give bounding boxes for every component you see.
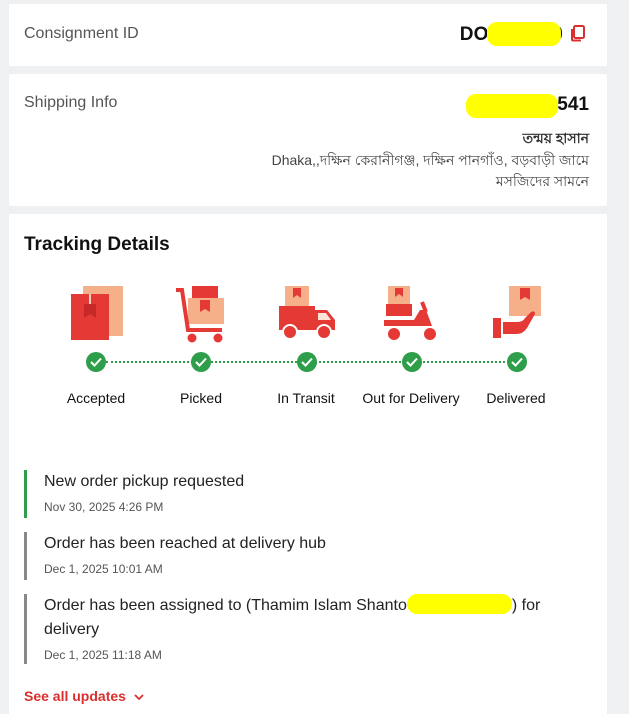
check-icon <box>86 352 106 372</box>
chevron-down-icon <box>134 694 144 701</box>
check-icon <box>191 352 211 372</box>
shipping-card: Shipping Info 541 তন্ময় হাসান Dhaka,,দক… <box>9 74 607 206</box>
step-label: Out for Delivery <box>362 390 460 406</box>
tracking-updates: New order pickup requested Nov 30, 2025 … <box>24 470 584 664</box>
update-time: Nov 30, 2025 4:26 PM <box>44 500 164 514</box>
hand-box-icon <box>493 286 541 338</box>
update-item: Order has been reached at delivery hub D… <box>24 532 584 580</box>
tracking-steps: Accepted Picked In Transit Out for Deliv… <box>9 286 607 446</box>
consignment-card: Consignment ID DO3011250 <box>9 4 607 66</box>
redaction-highlight <box>406 594 512 614</box>
copy-icon[interactable] <box>569 24 587 42</box>
step-label: In Transit <box>277 390 335 406</box>
redaction-highlight <box>466 94 558 118</box>
update-title: Order has been reached at delivery hub <box>44 535 326 552</box>
see-all-label: See all updates <box>24 688 126 704</box>
update-title: New order pickup requested <box>44 473 245 490</box>
update-title-part1: Order has been assigned to (Thamim Islam… <box>44 597 407 614</box>
step-label: Delivered <box>486 390 546 406</box>
scooter-icon <box>384 286 438 342</box>
check-icon <box>297 352 317 372</box>
update-item: New order pickup requested Nov 30, 2025 … <box>24 470 584 518</box>
step-label: Picked <box>179 390 223 406</box>
tracking-title: Tracking Details <box>24 234 170 255</box>
step-label: Accepted <box>66 390 126 406</box>
box-icon <box>71 286 123 340</box>
see-all-updates-link[interactable]: See all updates <box>24 688 144 704</box>
consignment-label: Consignment ID <box>24 25 139 42</box>
check-icon <box>507 352 527 372</box>
cart-icon <box>176 286 224 343</box>
check-icon <box>402 352 422 372</box>
update-time: Dec 1, 2025 11:18 AM <box>44 648 162 662</box>
redaction-highlight <box>487 22 561 46</box>
tracking-card: Tracking Details Accepted Picked In Tran… <box>9 214 607 714</box>
shipping-phone: 541 <box>557 94 589 115</box>
recipient-name: তন্ময় হাসান <box>522 130 589 146</box>
update-title: Order has been assigned to (Thamim Islam… <box>44 594 584 642</box>
update-item: Order has been assigned to (Thamim Islam… <box>24 594 584 664</box>
recipient-address: Dhaka,,দক্ষিন কেরানীগঞ্জ, দক্ষিন পানগাঁও… <box>271 152 589 189</box>
truck-icon <box>279 286 335 340</box>
update-time: Dec 1, 2025 10:01 AM <box>44 562 163 576</box>
shipping-label: Shipping Info <box>24 94 118 111</box>
